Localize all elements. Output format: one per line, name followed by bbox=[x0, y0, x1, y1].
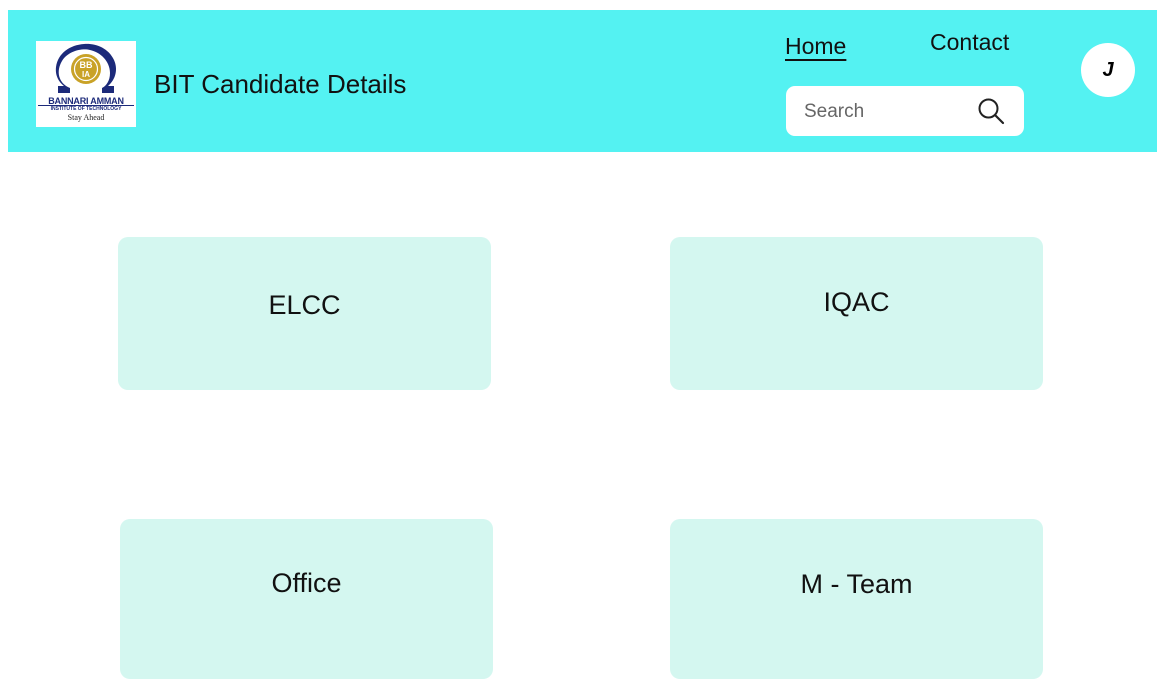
logo-tagline: Stay Ahead bbox=[67, 113, 105, 122]
svg-text:IA: IA bbox=[82, 70, 90, 79]
card-label: M - Team bbox=[800, 569, 913, 599]
header-bar: BB IA BANNARI AMMAN INSTITUTE OF TECHNOL… bbox=[8, 10, 1157, 152]
user-avatar[interactable]: J bbox=[1081, 43, 1135, 97]
card-label: Office bbox=[271, 568, 342, 598]
svg-text:BB: BB bbox=[80, 60, 93, 70]
card-m-team[interactable]: M - Team bbox=[670, 519, 1043, 679]
card-iqac[interactable]: IQAC bbox=[670, 237, 1043, 390]
nav-link-contact[interactable]: Contact bbox=[930, 28, 1009, 56]
logo-subtitle: INSTITUTE OF TECHNOLOGY bbox=[50, 106, 122, 112]
institute-logo[interactable]: BB IA BANNARI AMMAN INSTITUTE OF TECHNOL… bbox=[36, 41, 136, 127]
page-title: BIT Candidate Details bbox=[154, 69, 407, 99]
search-box bbox=[786, 86, 1024, 136]
search-input[interactable] bbox=[802, 98, 966, 126]
card-label: ELCC bbox=[268, 290, 341, 320]
search-icon[interactable] bbox=[976, 96, 1006, 126]
card-office[interactable]: Office bbox=[120, 519, 493, 679]
card-elcc[interactable]: ELCC bbox=[118, 237, 491, 390]
card-label: IQAC bbox=[823, 287, 890, 317]
omega-emblem-icon: BB IA bbox=[55, 43, 116, 93]
nav-link-home[interactable]: Home bbox=[785, 32, 846, 60]
